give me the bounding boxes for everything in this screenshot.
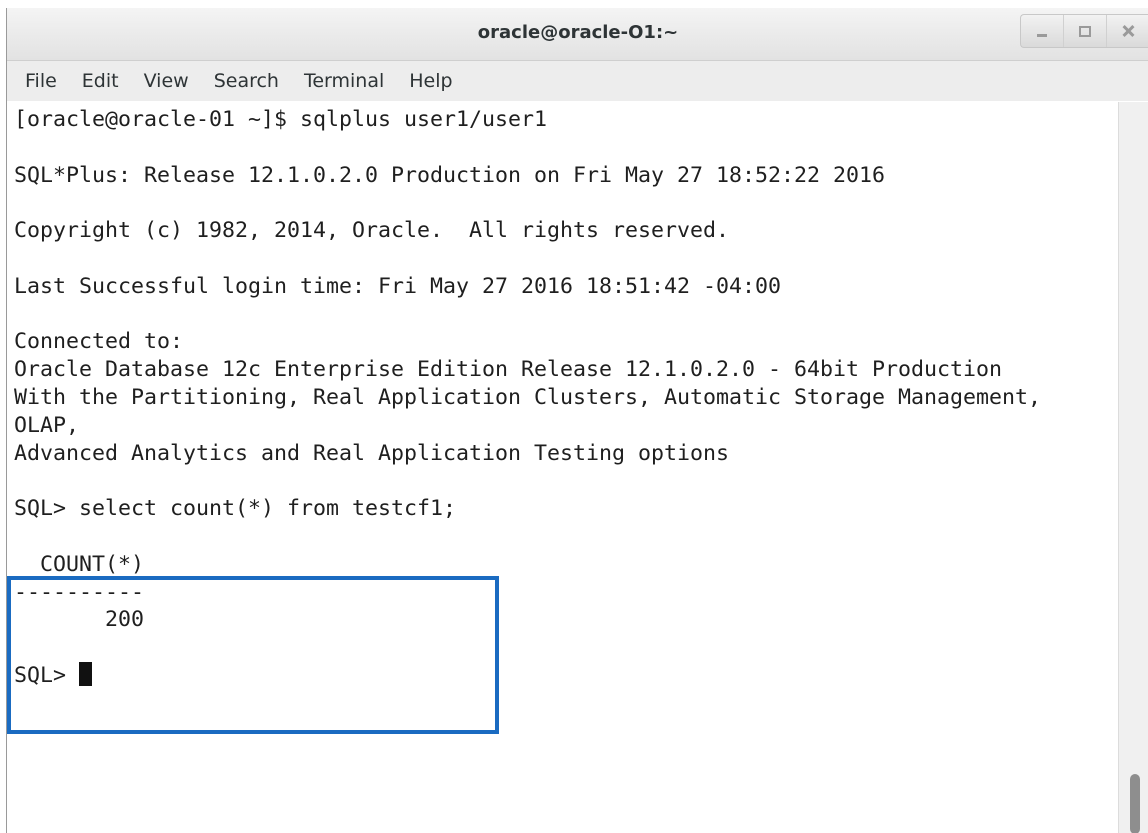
menu-edit[interactable]: Edit: [74, 66, 127, 96]
terminal-output[interactable]: [oracle@oracle-01 ~]$ sqlplus user1/user…: [7, 102, 1119, 833]
query-result-highlight: [7, 576, 499, 734]
menu-terminal[interactable]: Terminal: [296, 66, 392, 96]
close-icon: [1122, 25, 1134, 37]
terminal-line: COUNT(*): [14, 551, 145, 577]
minimize-button[interactable]: [1021, 15, 1063, 47]
terminal-line: SQL*Plus: Release 12.1.0.2.0 Production …: [14, 162, 886, 188]
scrollbar-thumb[interactable]: [1130, 774, 1140, 833]
window-controls: [1020, 14, 1148, 48]
terminal-line: Advanced Analytics and Real Application …: [14, 440, 730, 466]
maximize-button[interactable]: [1063, 15, 1106, 47]
terminal-window: oracle@oracle-O1:~ File Edit View Search…: [6, 8, 1148, 833]
menu-search[interactable]: Search: [206, 66, 287, 96]
terminal-line: Connected to:: [14, 329, 184, 355]
window-title: oracle@oracle-O1:~: [477, 22, 679, 43]
terminal-scrollbar[interactable]: [1118, 102, 1148, 833]
terminal-line: Oracle Database 12c Enterprise Edition R…: [14, 357, 1003, 383]
menu-bar: File Edit View Search Terminal Help: [7, 61, 1148, 101]
title-bar[interactable]: oracle@oracle-O1:~: [7, 8, 1148, 61]
menu-help[interactable]: Help: [401, 66, 460, 96]
terminal-line: Copyright (c) 1982, 2014, Oracle. All ri…: [14, 218, 730, 244]
terminal-line: SQL> select count(*) from testcf1;: [14, 496, 457, 522]
maximize-icon: [1079, 25, 1091, 37]
menu-view[interactable]: View: [136, 66, 197, 96]
minimize-icon: [1037, 33, 1047, 37]
terminal-line: Last Successful login time: Fri May 27 2…: [14, 273, 782, 299]
close-button[interactable]: [1106, 15, 1148, 47]
terminal-line: OLAP,: [14, 412, 80, 438]
terminal-line: [oracle@oracle-01 ~]$ sqlplus user1/user…: [14, 107, 548, 132]
menu-file[interactable]: File: [17, 66, 65, 96]
terminal-line: With the Partitioning, Real Application …: [14, 384, 1042, 410]
